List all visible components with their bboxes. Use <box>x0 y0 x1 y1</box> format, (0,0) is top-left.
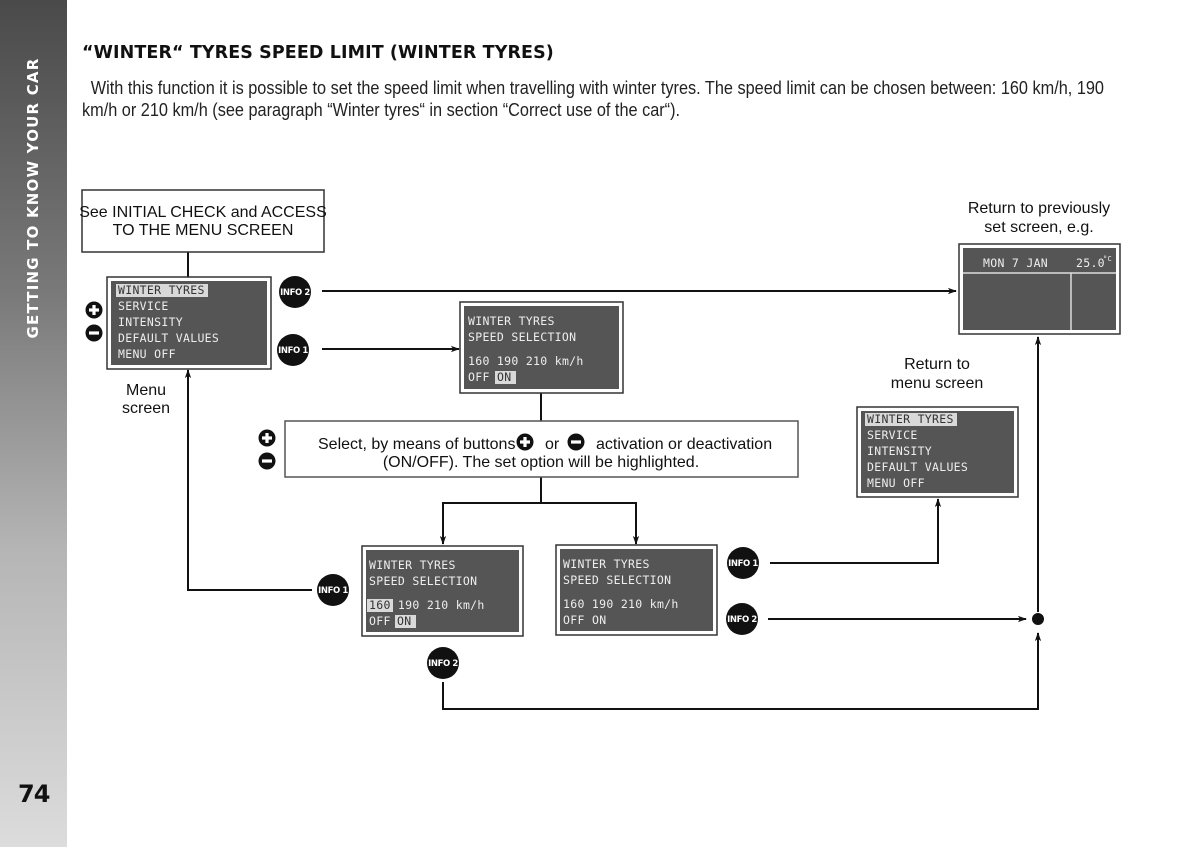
info1-button-left[interactable]: INFO 1 <box>317 574 349 606</box>
minus-icon[interactable] <box>258 452 276 470</box>
info1-label: INFO 1 <box>318 586 348 596</box>
info1-button-right[interactable]: INFO 1 <box>727 547 759 579</box>
flow-diagram: See INITIAL CHECK and ACCESS TO THE MENU… <box>79 189 1121 710</box>
instruction-text-a: Select, by means of buttons <box>318 436 515 453</box>
return-menu-screen: WINTER TYRES SERVICE INTENSITY DEFAULT V… <box>856 406 1019 498</box>
menu-item: MENU OFF <box>118 347 176 361</box>
plus-icon[interactable] <box>258 429 276 447</box>
instruction-box: Select, by means of buttons or activatio… <box>284 420 799 478</box>
menu-item: INTENSITY <box>118 315 183 329</box>
minus-icon <box>567 433 585 451</box>
start-box-line1: See INITIAL CHECK and ACCESS <box>79 204 327 221</box>
speed-top-line1: WINTER TYRES <box>468 314 555 328</box>
speed-top-speeds: 160 190 210 km/h <box>468 354 584 368</box>
info2-label: INFO 2 <box>727 615 757 625</box>
instruction-text-or: or <box>545 436 560 453</box>
speed-value: 210 <box>621 597 650 611</box>
return-previous-caption-line1: Return to previously <box>968 200 1110 217</box>
info1-label: INFO 1 <box>278 346 308 356</box>
on-label: ON <box>397 614 411 628</box>
menu-screen-caption-line2: screen <box>122 400 170 417</box>
connector-to-left-screen <box>439 477 542 545</box>
off-label: OFF <box>468 370 490 384</box>
speed-value: 160 <box>468 354 497 368</box>
menu-screen-caption-line1: Menu <box>126 382 166 399</box>
connector-to-return-menu <box>770 498 942 564</box>
speed-value: 190 <box>497 354 526 368</box>
info1-label: INFO 1 <box>728 559 758 569</box>
info2-label: INFO 2 <box>428 659 458 669</box>
speed-left-speeds: 160 190 210 km/h <box>369 598 485 612</box>
plus-icon[interactable] <box>85 301 103 319</box>
instruction-line2: (ON/OFF). The set option will be highlig… <box>383 454 699 471</box>
speed-right-line1: WINTER TYRES <box>563 557 650 571</box>
menu-screen: WINTER TYRES SERVICE INTENSITY DEFAULT V… <box>106 276 272 370</box>
info2-label: INFO 2 <box>280 288 310 298</box>
connector-bottom-loop <box>442 632 1042 710</box>
speed-unit: km/h <box>650 597 679 611</box>
speed-value: 210 <box>427 598 456 612</box>
menu-item: DEFAULT VALUES <box>118 331 219 345</box>
instruction-text-b: activation or deactivation <box>596 436 772 453</box>
speed-top-line2: SPEED SELECTION <box>468 330 576 344</box>
menu-item: WINTER TYRES <box>867 412 954 426</box>
speed-left-line2: SPEED SELECTION <box>369 574 477 588</box>
speed-unit: km/h <box>456 598 485 612</box>
menu-item: SERVICE <box>867 428 918 442</box>
previous-screen: MON 7 JAN 25.0 °C <box>958 243 1121 335</box>
return-menu-caption-line1: Return to <box>904 356 970 373</box>
minus-icon[interactable] <box>85 324 103 342</box>
on-label: ON <box>497 370 511 384</box>
menu-item: WINTER TYRES <box>118 283 205 297</box>
plus-icon <box>516 433 534 451</box>
speed-value: 160 <box>563 597 592 611</box>
info2-button-right[interactable]: INFO 2 <box>726 603 758 635</box>
info1-button-menu[interactable]: INFO 1 <box>277 334 309 366</box>
junction-dot <box>1032 613 1044 625</box>
speed-screen-top: WINTER TYRES SPEED SELECTION 160 190 210… <box>459 301 624 394</box>
menu-item: SERVICE <box>118 299 169 313</box>
speed-value: 190 <box>398 598 427 612</box>
info2-button-left[interactable]: INFO 2 <box>427 647 459 679</box>
start-box-line2: TO THE MENU SCREEN <box>113 222 294 239</box>
connector-to-right-screen <box>541 502 640 545</box>
speed-screen-left: WINTER TYRES SPEED SELECTION 160 190 210… <box>361 545 524 637</box>
temperature-unit: °C <box>1103 255 1112 263</box>
speed-value: 160 <box>369 598 398 612</box>
on-label: ON <box>592 613 606 627</box>
start-box: See INITIAL CHECK and ACCESS TO THE MENU… <box>79 189 327 253</box>
menu-item: INTENSITY <box>867 444 932 458</box>
speed-screen-right: WINTER TYRES SPEED SELECTION 160 190 210… <box>555 544 718 636</box>
speed-right-speeds: 160 190 210 km/h <box>563 597 679 611</box>
return-previous-caption-line2: set screen, e.g. <box>984 219 1093 236</box>
instruction-line1: Select, by means of buttons or activatio… <box>318 436 772 453</box>
return-menu-caption-line2: menu screen <box>891 375 984 392</box>
off-label: OFF <box>369 614 391 628</box>
info2-button-menu[interactable]: INFO 2 <box>279 276 311 308</box>
speed-right-line2: SPEED SELECTION <box>563 573 671 587</box>
speed-unit: km/h <box>555 354 584 368</box>
speed-value: 210 <box>526 354 555 368</box>
connector-back-to-menu <box>184 369 312 591</box>
menu-item: DEFAULT VALUES <box>867 460 968 474</box>
temperature-readout: 25.0 <box>1076 256 1105 270</box>
menu-item: MENU OFF <box>867 476 925 490</box>
date-readout: MON 7 JAN <box>983 256 1048 270</box>
speed-left-line1: WINTER TYRES <box>369 558 456 572</box>
off-label: OFF <box>563 613 585 627</box>
speed-value: 190 <box>592 597 621 611</box>
